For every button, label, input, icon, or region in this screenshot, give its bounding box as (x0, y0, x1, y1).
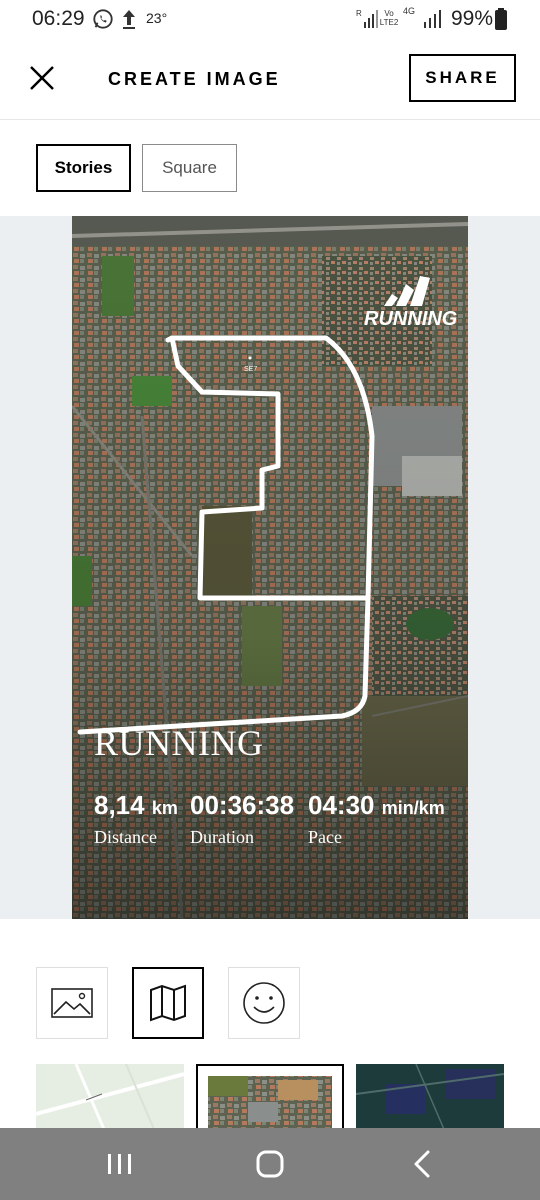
status-time: 06:29 (32, 7, 85, 30)
map-style-light[interactable] (36, 1064, 184, 1128)
stat-pace: 04:30 min/km Pace (308, 790, 445, 848)
brand-badge: RUNNING (364, 276, 458, 336)
format-tabs: Stories Square (0, 120, 540, 216)
sticker-icon (243, 982, 285, 1024)
page-title: CREATE IMAGE (108, 69, 281, 89)
status-temperature: 23° (146, 10, 168, 26)
volte-label: Vo LTE2 (379, 9, 399, 27)
signal-icon (424, 10, 441, 28)
story-preview[interactable]: SE7 RUNNING RUNNING 8,14 km Distance 00:… (72, 216, 468, 919)
stat-distance: 8,14 km Distance (94, 790, 178, 848)
battery-percent: 99% (451, 7, 494, 30)
pace-value: 04:30 (308, 790, 375, 820)
dark-map-preview (356, 1064, 504, 1128)
satellite-map-preview (198, 1066, 342, 1128)
pace-label: Pace (308, 827, 342, 847)
adidas-logo-icon (384, 276, 430, 306)
map-style-satellite[interactable] (196, 1064, 344, 1128)
app-header: CREATE IMAGE SHARE (0, 38, 540, 120)
distance-unit: km (151, 798, 178, 818)
light-map-preview (36, 1064, 184, 1128)
network-type: 4G (402, 6, 415, 16)
share-button[interactable]: SHARE (409, 54, 516, 102)
recents-icon[interactable] (100, 1146, 140, 1182)
image-tool-button[interactable] (36, 967, 108, 1039)
tab-square[interactable]: Square (142, 144, 237, 192)
upload-icon (123, 10, 135, 29)
app-root: 06:29 23° R Vo LTE2 4G 99% CREATE IMAGE … (0, 0, 540, 1200)
pace-unit: min/km (381, 798, 445, 818)
brand-text: RUNNING (364, 308, 458, 330)
signal-icon: R (356, 9, 378, 28)
preview-area: SE7 RUNNING RUNNING 8,14 km Distance 00:… (0, 216, 540, 919)
editor-tools (0, 919, 540, 1055)
map-label: SE7 (244, 366, 257, 373)
svg-text:R: R (356, 9, 362, 18)
distance-label: Distance (94, 827, 157, 847)
stat-duration: 00:36:38 Duration (190, 790, 294, 848)
back-icon[interactable] (402, 1146, 442, 1182)
map-icon (150, 984, 186, 1022)
activity-title: RUNNING (94, 723, 264, 763)
distance-value: 8,14 (94, 790, 145, 820)
home-icon[interactable] (250, 1146, 290, 1182)
close-icon[interactable] (26, 62, 58, 94)
status-bar: 06:29 23° R Vo LTE2 4G 99% (0, 0, 540, 38)
battery-icon (495, 8, 507, 30)
stat-value: 8,14 km (94, 790, 178, 821)
duration-label: Duration (190, 827, 254, 847)
map-style-thumbnails (0, 1055, 540, 1128)
stat-value: 04:30 min/km (308, 790, 445, 821)
stat-value: 00:36:38 (190, 790, 294, 821)
image-icon (51, 988, 93, 1018)
map-style-dark[interactable] (356, 1064, 504, 1128)
tab-stories[interactable]: Stories (36, 144, 131, 192)
map-tool-button[interactable] (132, 967, 204, 1039)
system-nav-bar (0, 1128, 540, 1200)
duration-value: 00:36:38 (190, 790, 295, 820)
whatsapp-icon (93, 9, 113, 29)
sticker-tool-button[interactable] (228, 967, 300, 1039)
